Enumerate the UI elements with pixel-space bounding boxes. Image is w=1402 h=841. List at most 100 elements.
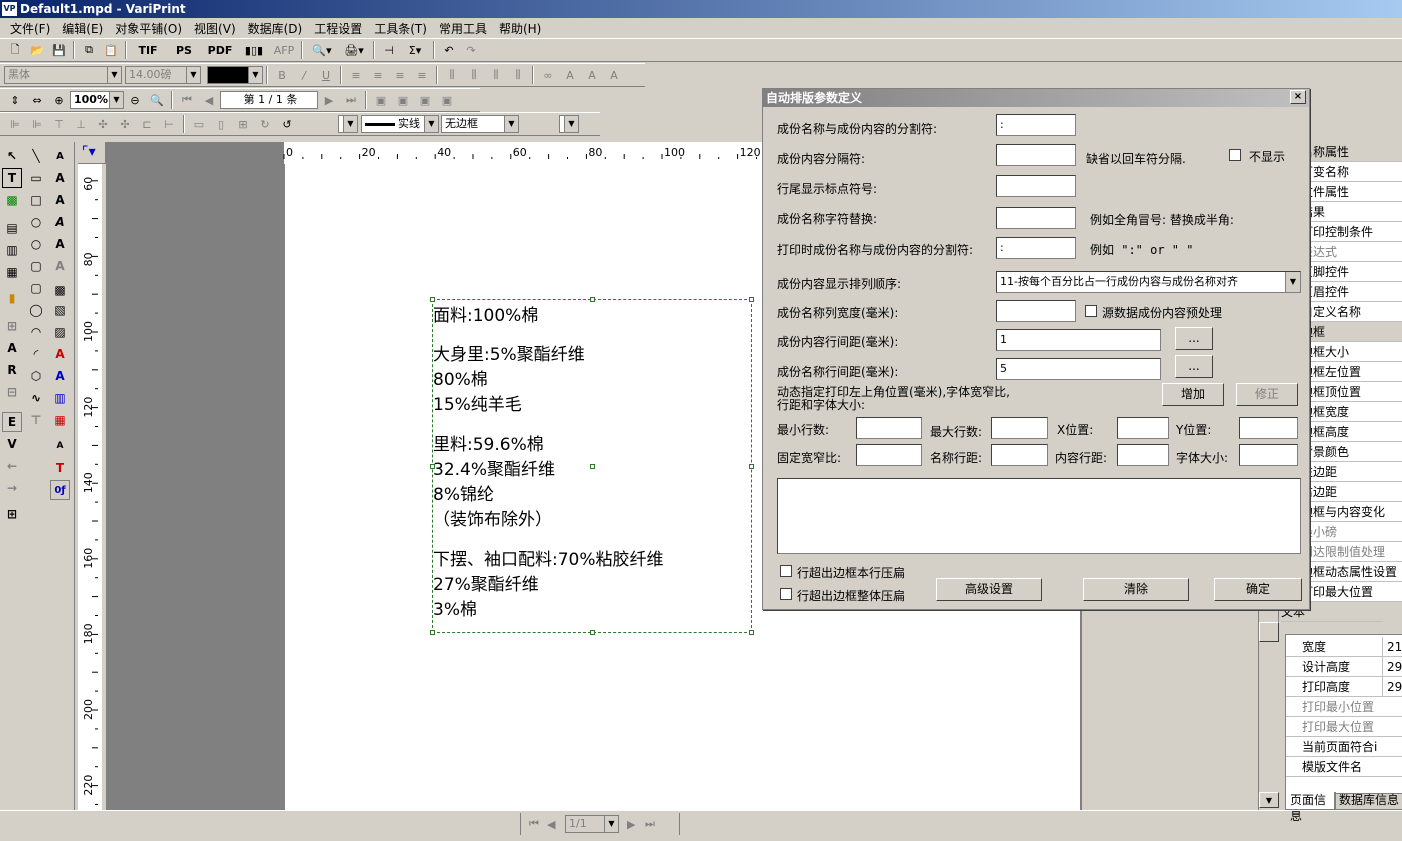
resize-handle[interactable] bbox=[430, 464, 435, 469]
font-combo[interactable]: 黑体 ▼ bbox=[4, 66, 122, 84]
font-size-combo[interactable]: 14.00磅 ▼ bbox=[125, 66, 201, 84]
resize-handle[interactable] bbox=[590, 464, 595, 469]
wave-tool-icon[interactable]: ∿ bbox=[26, 388, 46, 408]
underline-icon[interactable]: U bbox=[316, 66, 336, 84]
page-info-row[interactable]: 打印最大位置 bbox=[1286, 717, 1402, 737]
preview-icon[interactable]: 🔍▾ bbox=[307, 41, 337, 59]
property-item[interactable]: 左边距 bbox=[1301, 462, 1402, 482]
funnel-tool-icon[interactable]: ⊤ bbox=[26, 410, 46, 430]
copy-icon[interactable]: ⧉ bbox=[79, 41, 99, 59]
qrcode-tool-icon[interactable]: ▦ bbox=[2, 262, 22, 282]
distribute-icon[interactable]: ⊢ bbox=[159, 115, 179, 133]
pdf-export-button[interactable]: PDF bbox=[203, 41, 237, 59]
menu-view[interactable]: 视图(V) bbox=[188, 20, 242, 37]
page-info-row[interactable]: 设计高度 297 bbox=[1286, 657, 1402, 677]
scroll-thumb[interactable] bbox=[1259, 622, 1279, 642]
content-separator-input[interactable] bbox=[996, 144, 1076, 166]
distribute-icon[interactable]: ✣ bbox=[115, 115, 135, 133]
add-button[interactable]: 增加 bbox=[1162, 383, 1224, 406]
print-icon[interactable]: 🖨▾ bbox=[339, 41, 369, 59]
overflow-all-checkbox[interactable] bbox=[780, 588, 792, 600]
resize-handle[interactable] bbox=[590, 297, 595, 302]
property-item[interactable]: 名称属性 bbox=[1301, 142, 1402, 162]
y-pos-input[interactable] bbox=[1239, 417, 1298, 439]
square-tool-icon[interactable]: □ bbox=[26, 190, 46, 210]
zoom-in-icon[interactable]: ⊕ bbox=[49, 91, 69, 109]
spacing-icon[interactable]: ⫼ bbox=[486, 66, 506, 84]
font-size-input[interactable] bbox=[1239, 444, 1298, 466]
align-right-icon[interactable]: ≡ bbox=[390, 66, 410, 84]
save-icon[interactable]: 💾 bbox=[49, 41, 69, 59]
align-icon[interactable]: ⊫ bbox=[5, 115, 25, 133]
close-button[interactable]: × bbox=[1290, 90, 1306, 104]
fit-height-icon[interactable]: ⇕ bbox=[5, 91, 25, 109]
property-item[interactable]: 边框大小 bbox=[1301, 342, 1402, 362]
tool-unknown-icon[interactable]: ⊟ bbox=[2, 382, 22, 402]
tif-export-button[interactable]: TIF bbox=[131, 41, 165, 59]
pattern-icon[interactable]: ▧ bbox=[50, 300, 70, 320]
status-page-combo[interactable]: 1/1 ▼ bbox=[565, 815, 619, 833]
align-icon[interactable]: ⊥ bbox=[71, 115, 91, 133]
menu-database[interactable]: 数据库(D) bbox=[242, 20, 309, 37]
dialog-title-bar[interactable]: 自动排版参数定义 × bbox=[763, 89, 1309, 107]
spacing-icon[interactable]: ⫼ bbox=[464, 66, 484, 84]
modify-button[interactable]: 修正 bbox=[1236, 383, 1298, 406]
tool-a[interactable]: A bbox=[2, 338, 22, 358]
scroll-down-icon[interactable]: ▼ bbox=[1259, 792, 1279, 808]
menu-help[interactable]: 帮助(H) bbox=[493, 20, 547, 37]
layer-icon[interactable]: ▣ bbox=[437, 91, 457, 109]
page-info-row[interactable]: 打印高度 297 bbox=[1286, 677, 1402, 697]
list-tool-icon[interactable]: ▤ bbox=[2, 218, 22, 238]
barcode-tool-icon[interactable]: ▥ bbox=[2, 240, 22, 260]
name-spacing-more-button[interactable]: ... bbox=[1175, 355, 1213, 378]
refresh-icon[interactable]: ↺ bbox=[277, 115, 297, 133]
pattern-icon[interactable]: A bbox=[50, 344, 70, 364]
ps-export-button[interactable]: PS bbox=[167, 41, 201, 59]
property-item[interactable]: 边框动态属性设置 bbox=[1301, 562, 1402, 582]
separator-input[interactable]: : bbox=[996, 114, 1076, 136]
property-item[interactable]: 打印最大位置 bbox=[1301, 582, 1402, 602]
ratio-input[interactable] bbox=[856, 444, 922, 466]
last-page-icon[interactable]: ⏭ bbox=[341, 91, 361, 109]
image-tool-icon[interactable]: ▩ bbox=[2, 190, 22, 210]
ellipse-tool-icon[interactable]: ◯ bbox=[26, 300, 46, 320]
property-item[interactable]: 边框 bbox=[1301, 322, 1402, 342]
line-tool-icon[interactable]: ╲ bbox=[26, 146, 46, 166]
menu-common-tools[interactable]: 常用工具 bbox=[433, 20, 493, 37]
property-item[interactable]: 边框与内容变化 bbox=[1301, 502, 1402, 522]
extra-combo[interactable]: ▼ bbox=[559, 115, 579, 133]
align-left-icon[interactable]: ≡ bbox=[346, 66, 366, 84]
property-item[interactable]: 边框高度 bbox=[1301, 422, 1402, 442]
ok-button[interactable]: 确定 bbox=[1214, 578, 1302, 601]
composition-text-box[interactable]: 面料:100%棉 大身里:5%聚酯纤维 80%棉 15%纯羊毛 里料:59.6%… bbox=[430, 297, 754, 635]
next-page-icon[interactable]: ▶ bbox=[319, 91, 339, 109]
pattern-icon[interactable]: ▩ bbox=[50, 280, 70, 300]
next-page-icon[interactable]: ▶ bbox=[627, 818, 645, 831]
text-tool-icon[interactable]: T bbox=[2, 168, 22, 188]
align-icon[interactable]: ⊫ bbox=[27, 115, 47, 133]
arrow-right-icon[interactable]: → bbox=[2, 478, 22, 498]
last-page-icon[interactable]: ⏭ bbox=[645, 817, 663, 831]
open-folder-icon[interactable]: 📂 bbox=[27, 41, 47, 59]
layer-icon[interactable]: ▣ bbox=[371, 91, 391, 109]
page-info-row[interactable]: 模版文件名 bbox=[1286, 757, 1402, 777]
arc-tool-icon[interactable]: ◠ bbox=[26, 322, 46, 342]
align-icon[interactable]: ⊤ bbox=[49, 115, 69, 133]
resize-handle[interactable] bbox=[749, 464, 754, 469]
page-info-row[interactable]: 打印最小位置 bbox=[1286, 697, 1402, 717]
preprocess-checkbox[interactable] bbox=[1085, 305, 1097, 317]
property-item[interactable]: 边框左位置 bbox=[1301, 362, 1402, 382]
text-icon[interactable]: A bbox=[604, 66, 624, 84]
name-spacing-input[interactable]: 5 bbox=[996, 358, 1161, 380]
redo-icon[interactable]: ↷ bbox=[461, 41, 481, 59]
layer-icon[interactable]: ▣ bbox=[393, 91, 413, 109]
resize-handle[interactable] bbox=[749, 297, 754, 302]
distribute-icon[interactable]: ⊏ bbox=[137, 115, 157, 133]
group-icon[interactable]: ▭ bbox=[189, 115, 209, 133]
arrow-left-icon[interactable]: ← bbox=[2, 456, 22, 476]
prev-page-icon[interactable]: ◀ bbox=[199, 91, 219, 109]
polygon-tool-icon[interactable]: ⬡ bbox=[26, 366, 46, 386]
page-info-row[interactable]: 当前页面符合i bbox=[1286, 737, 1402, 757]
zoom-combo[interactable]: 100% ▼ bbox=[70, 91, 124, 109]
font-a-icon[interactable]: A bbox=[50, 190, 70, 210]
